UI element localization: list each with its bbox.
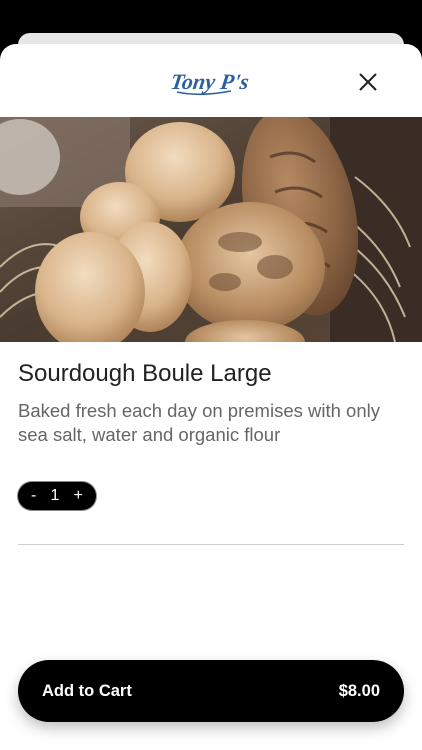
add-to-cart-button[interactable]: Add to Cart $8.00 [18, 660, 404, 722]
product-image [0, 117, 422, 342]
close-button[interactable] [355, 69, 381, 95]
logo-wordmark: Tony P's [169, 69, 251, 96]
brand-logo: Tony P's [169, 66, 251, 98]
decrement-button[interactable]: - [31, 487, 36, 505]
quantity-value: 1 [50, 487, 60, 504]
product-modal: Tony P's Sourdough Boule Large Baked fre… [0, 44, 422, 750]
increment-button[interactable]: + [74, 487, 83, 505]
product-title: Sourdough Boule Large [18, 360, 272, 387]
bread-basket-image [0, 117, 422, 342]
close-icon [359, 73, 377, 91]
svg-text:Tony P's: Tony P's [171, 69, 251, 94]
cart-price: $8.00 [338, 681, 380, 700]
add-to-cart-label: Add to Cart [42, 681, 132, 700]
divider [18, 544, 404, 545]
modal-header: Tony P's [0, 44, 422, 117]
product-description: Baked fresh each day on premises with on… [18, 400, 380, 445]
quantity-stepper: - 1 + [18, 482, 96, 510]
